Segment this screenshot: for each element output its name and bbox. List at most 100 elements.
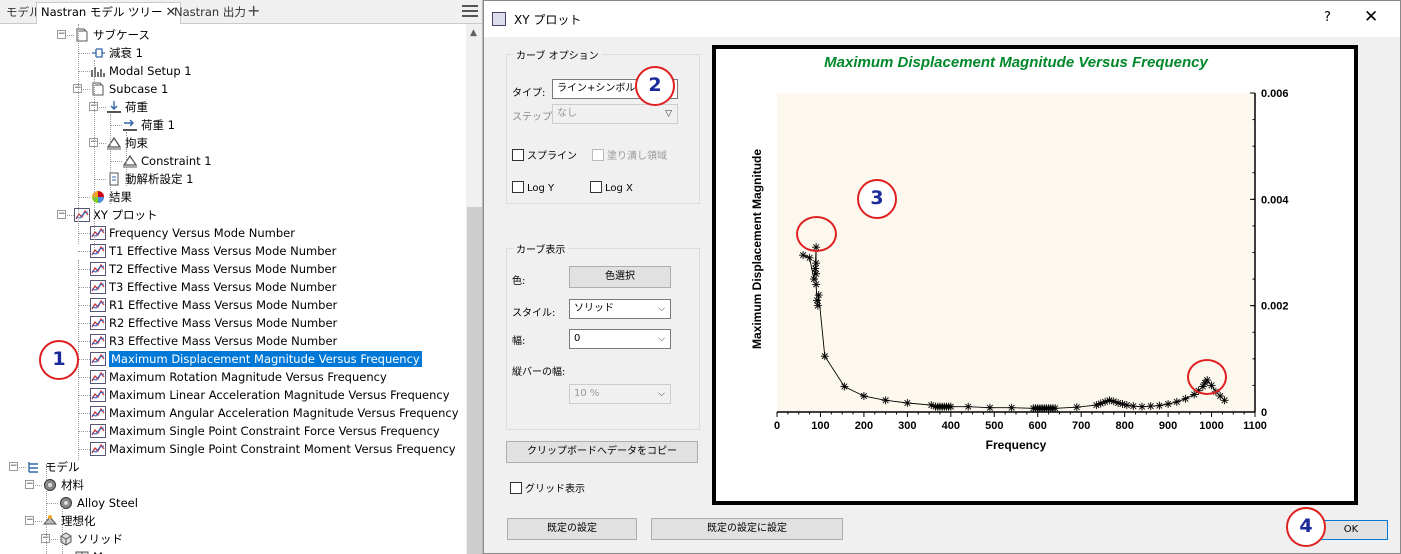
x-tick-label: 500 <box>985 420 1003 432</box>
default-settings-button[interactable]: 既定の設定 <box>507 518 637 540</box>
tree-item[interactable]: Maximum Angular Acceleration Magnitude V… <box>90 404 459 422</box>
y-tick-label: 0 <box>1261 407 1267 419</box>
log-x-checkbox[interactable]: Log X <box>590 181 633 195</box>
color-select-button[interactable]: 色選択 <box>569 266 671 288</box>
tree-connector <box>126 132 127 186</box>
materials-icon <box>42 478 58 492</box>
plot-icon <box>90 226 106 240</box>
tree-item-label: R1 Effective Mass Versus Mode Number <box>109 298 338 312</box>
tree-item[interactable]: 動解析設定 1 <box>106 170 193 188</box>
tree-connector <box>78 413 90 414</box>
tree-item-label: 結果 <box>109 190 132 204</box>
tree-item-label: Maximum Linear Acceleration Magnitude Ve… <box>109 388 450 402</box>
tree-item[interactable]: R2 Effective Mass Versus Mode Number <box>90 314 337 332</box>
copy-to-clipboard-button[interactable]: クリップボードへデータをコピー <box>506 441 698 463</box>
tree-item-label: サブケース <box>93 28 150 42</box>
nastran-tree-panel: モデル Nastran モデル ツリー ✕ Nastran 出力 + サブケース −… <box>0 0 483 554</box>
chart-area: Maximum Displacement Magnitude Versus Fr… <box>716 49 1354 501</box>
tree-item[interactable]: T2 Effective Mass Versus Mode Number <box>90 260 336 278</box>
load-icon <box>106 100 122 114</box>
grid-label: グリッド表示 <box>525 484 585 495</box>
tree-connector <box>78 233 90 234</box>
tree-connector <box>94 179 106 180</box>
tree-connector <box>78 269 90 270</box>
tree-item[interactable]: 理想化 <box>42 512 96 530</box>
tree-item[interactable]: Maximum Displacement Magnitude Versus Fr… <box>90 350 422 368</box>
help-button[interactable]: ? <box>1324 10 1331 25</box>
tree-item[interactable]: Maximum Single Point Constraint Moment V… <box>90 440 456 458</box>
tree-item[interactable]: Maximum Linear Acceleration Magnitude Ve… <box>90 386 450 404</box>
model-tree: サブケース − 減衰 1 Modal Setup 1 Subcase 1 − 荷重 − 荷重 1… <box>0 24 466 554</box>
tab-nastran-model-tree[interactable]: Nastran モデル ツリー ✕ <box>36 2 182 24</box>
style-label: スタイル: <box>512 308 556 319</box>
tab-nastran-output[interactable]: Nastran 出力 <box>170 3 250 23</box>
plot-icon <box>90 244 106 258</box>
style-select-value: ソリッド <box>574 303 614 314</box>
callout-badge: 4 <box>1286 507 1326 547</box>
tree-item[interactable]: 結果 <box>90 188 132 206</box>
tree-item-label: Subcase 1 <box>109 82 169 96</box>
menu-icon[interactable] <box>462 5 478 19</box>
x-tick-label: 100 <box>811 420 829 432</box>
tree-connector <box>78 341 90 342</box>
data-point <box>985 403 994 412</box>
log-y-checkbox[interactable]: Log Y <box>512 181 554 195</box>
data-point <box>814 291 823 300</box>
tree-item[interactable]: R1 Effective Mass Versus Mode Number <box>90 296 337 314</box>
tree-item[interactable]: Alloy Steel <box>58 494 138 512</box>
tree-item[interactable]: T3 Effective Mass Versus Mode Number <box>90 278 336 296</box>
collapse-icon[interactable]: − <box>25 480 34 489</box>
tree-item[interactable]: XY プロット <box>74 206 158 224</box>
constraint-icon <box>106 136 122 150</box>
tree-item[interactable]: Constraint 1 <box>122 152 212 170</box>
scroll-up-icon[interactable]: ▲ <box>470 28 477 38</box>
mesh-icon <box>74 550 90 554</box>
tree-scrollbar[interactable]: ▲ <box>466 24 482 554</box>
close-button[interactable]: ✕ <box>1364 7 1378 27</box>
errbar-width-select[interactable]: 10 % ⌵ <box>569 384 671 404</box>
tree-item[interactable]: 減衰 1 <box>90 44 143 62</box>
step-select-value: なし <box>557 108 577 119</box>
tree-connector <box>62 500 63 554</box>
tree-item[interactable]: Maximum Rotation Magnitude Versus Freque… <box>90 368 387 386</box>
tree-item-label: 材料 <box>61 478 84 492</box>
plot-icon <box>90 262 106 276</box>
fill-area-checkbox[interactable]: 塗り潰し領域 <box>592 149 667 163</box>
tree-item[interactable]: Modal Setup 1 <box>90 62 192 80</box>
curve-display-title: カーブ表示 <box>513 241 569 256</box>
y-tick-label: 0.002 <box>1261 301 1289 313</box>
set-as-default-button[interactable]: 既定の設定に設定 <box>651 518 843 540</box>
tree-item[interactable]: R3 Effective Mass Versus Mode Number <box>90 332 337 350</box>
step-select[interactable]: なし ▽ <box>552 104 678 124</box>
tree-item[interactable]: 荷重 1 <box>122 116 175 134</box>
tree-item[interactable]: T1 Effective Mass Versus Mode Number <box>90 242 336 260</box>
tree-item-label: ソリッド <box>77 532 123 546</box>
add-tab-icon[interactable]: + <box>247 1 260 20</box>
tree-item[interactable]: 荷重 <box>106 98 148 116</box>
x-tick-label: 600 <box>1029 420 1047 432</box>
tree-item[interactable]: Frequency Versus Mode Number <box>90 224 295 242</box>
collapse-icon[interactable]: − <box>57 30 66 39</box>
grid-checkbox[interactable]: グリッド表示 <box>510 482 585 496</box>
tree-item[interactable]: サブケース <box>74 26 150 44</box>
data-point <box>820 352 829 361</box>
collapse-icon[interactable]: − <box>25 516 34 525</box>
fill-area-label: 塗り潰し領域 <box>607 151 667 162</box>
data-point <box>1007 403 1016 412</box>
collapse-icon[interactable]: − <box>9 462 18 471</box>
tree-item[interactable]: M <box>74 548 103 554</box>
tree-item[interactable]: Maximum Single Point Constraint Force Ve… <box>90 422 440 440</box>
width-select[interactable]: 0 ⌵ <box>569 329 671 349</box>
scrollbar-thumb[interactable] <box>467 207 482 554</box>
tree-item[interactable]: モデル <box>26 458 80 476</box>
spline-checkbox[interactable]: スプライン <box>512 149 577 163</box>
collapse-icon[interactable]: − <box>57 210 66 219</box>
tree-item[interactable]: 材料 <box>42 476 84 494</box>
tree-item[interactable]: ソリッド <box>58 530 123 548</box>
style-select[interactable]: ソリッド ⌵ <box>569 299 671 319</box>
x-tick-label: 1100 <box>1243 420 1267 432</box>
checkbox-box <box>592 149 604 161</box>
tree-item[interactable]: 拘束 <box>106 134 148 152</box>
dialog-titlebar: XY プロット ? ✕ <box>484 1 1400 37</box>
tree-item[interactable]: Subcase 1 <box>90 80 168 98</box>
